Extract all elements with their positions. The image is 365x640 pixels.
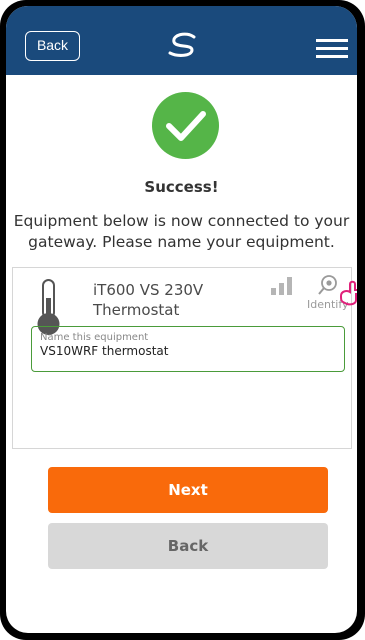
name-field-value[interactable]: VS10WRF thermostat [40,344,336,359]
success-description: Equipment below is now connected to your… [13,212,350,251]
equipment-name-input[interactable]: Name this equipment VS10WRF thermostat [31,326,345,372]
app-screen: Back Success! Equipment below is now con… [6,6,357,633]
check-circle-icon [152,92,219,159]
back-button[interactable]: Back [48,523,328,569]
name-field-label: Name this equipment [40,332,149,343]
phone-frame: Back Success! Equipment below is now con… [0,0,365,640]
pointing-hand-icon [339,280,357,306]
app-header: Back [6,6,357,75]
signal-strength-icon [271,277,292,295]
equipment-name: iT600 VS 230V Thermostat [93,281,204,319]
next-button[interactable]: Next [48,467,328,513]
equipment-card: iT600 VS 230V Thermostat Identify Name t… [12,267,357,449]
hamburger-menu-icon[interactable] [316,39,348,59]
header-back-button[interactable]: Back [25,31,80,61]
identify-eye-icon[interactable] [317,274,339,296]
success-title: Success! [144,178,219,196]
salus-logo-icon [168,32,196,57]
